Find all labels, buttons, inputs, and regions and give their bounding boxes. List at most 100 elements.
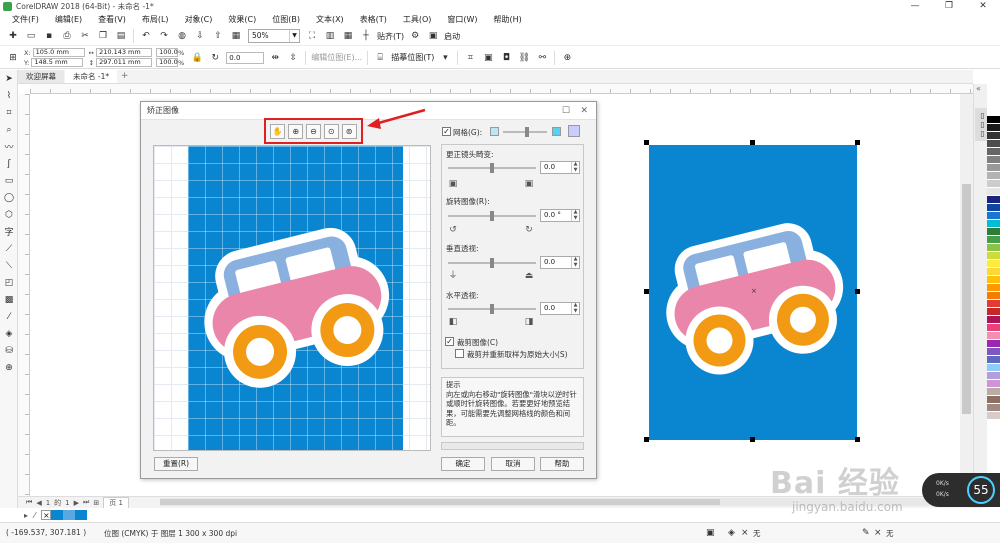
grid-color-swatch[interactable] bbox=[490, 127, 499, 136]
copy-icon[interactable]: ❐ bbox=[95, 28, 111, 44]
spin-arrows-icon[interactable]: ▲ ▼ bbox=[571, 256, 579, 268]
palette-swatch[interactable] bbox=[987, 220, 1000, 228]
lock-ratio-icon[interactable]: 🔒 bbox=[189, 50, 205, 66]
menu-view[interactable]: 查看(V) bbox=[90, 13, 134, 27]
grid-line-color-swatch[interactable] bbox=[552, 127, 561, 136]
eyedropper-icon[interactable]: ⁄ bbox=[0, 308, 18, 325]
horizontal-perspective-slider[interactable] bbox=[448, 304, 536, 314]
palette-swatch[interactable] bbox=[987, 228, 1000, 236]
menu-help[interactable]: 帮助(H) bbox=[486, 13, 530, 27]
docker-chevron-icon[interactable]: « bbox=[976, 84, 981, 93]
chevron-down-icon[interactable]: ▾ bbox=[437, 50, 453, 66]
search-content-icon[interactable]: ◍ bbox=[174, 28, 190, 44]
palette-swatch[interactable] bbox=[987, 300, 1000, 308]
rotate-image-slider-knob[interactable] bbox=[490, 211, 494, 221]
palette-swatch[interactable] bbox=[987, 316, 1000, 324]
add-icon[interactable]: ⊕ bbox=[559, 50, 575, 66]
vertical-scrollbar[interactable] bbox=[960, 94, 973, 496]
palette-swatch[interactable] bbox=[987, 260, 1000, 268]
prev-page-icon[interactable]: ◀ bbox=[36, 499, 41, 507]
selection-handle-tr[interactable] bbox=[855, 140, 860, 145]
grid-size-slider-knob[interactable] bbox=[525, 127, 529, 137]
pan-hand-icon[interactable]: ✋ bbox=[270, 123, 286, 139]
fill-icon[interactable]: ◈ bbox=[728, 528, 735, 538]
palette-swatch[interactable] bbox=[987, 276, 1000, 284]
palette-swatch[interactable] bbox=[987, 244, 1000, 252]
selection-handle-bl[interactable] bbox=[644, 437, 649, 442]
menu-window[interactable]: 窗口(W) bbox=[439, 13, 485, 27]
palette-swatch[interactable] bbox=[987, 356, 1000, 364]
palette-swatch[interactable] bbox=[987, 292, 1000, 300]
first-page-icon[interactable]: ⏮ bbox=[26, 498, 32, 507]
rotate-image-input[interactable]: 0.0 ° ▲ ▼ bbox=[540, 209, 580, 222]
spin-arrows-icon[interactable]: ▲ ▼ bbox=[571, 161, 579, 173]
palette-swatch[interactable] bbox=[987, 396, 1000, 404]
menu-file[interactable]: 文件(F) bbox=[4, 13, 47, 27]
connector-tool-icon[interactable]: ⟍ bbox=[0, 257, 18, 274]
selection-handle-tc[interactable] bbox=[750, 140, 755, 145]
grid-checkbox[interactable]: ✓ bbox=[442, 127, 451, 136]
lens-distortion-slider-knob[interactable] bbox=[490, 163, 494, 173]
selection-handle-tl[interactable] bbox=[644, 140, 649, 145]
undo-icon[interactable]: ↶ bbox=[138, 28, 154, 44]
palette-swatch[interactable] bbox=[987, 412, 1000, 420]
full-screen-icon[interactable]: ⛶ bbox=[304, 28, 320, 44]
dialog-close-icon[interactable]: ✕ bbox=[580, 102, 588, 120]
save-icon[interactable]: ▪ bbox=[41, 28, 57, 44]
network-speed-widget[interactable]: 0K/s 0K/s 55 bbox=[922, 473, 1000, 507]
drop-shadow-icon[interactable]: ◰ bbox=[0, 274, 18, 291]
palette-swatch[interactable] bbox=[987, 124, 1000, 132]
zoom-to-fit-icon[interactable]: ⊙ bbox=[323, 123, 339, 139]
menu-text[interactable]: 文本(X) bbox=[308, 13, 352, 27]
crop-image-checkbox[interactable]: ✓ bbox=[445, 337, 454, 346]
image-preview-pane[interactable] bbox=[153, 145, 431, 451]
selected-bitmap[interactable]: × bbox=[649, 145, 857, 440]
vertical-perspective-slider-knob[interactable] bbox=[490, 258, 494, 268]
spin-arrows-icon[interactable]: ▲ ▼ bbox=[571, 209, 579, 221]
launch-menu[interactable]: 启动 bbox=[444, 31, 460, 42]
zoom-level-select[interactable]: 50% ▼ bbox=[248, 29, 300, 43]
shape-tool-icon[interactable]: ⌇ bbox=[0, 87, 18, 104]
grid-overlay-swatch[interactable] bbox=[568, 125, 580, 137]
mirror-vertical-icon[interactable]: ⇳ bbox=[285, 50, 301, 66]
scale-x-input[interactable]: 100.0 bbox=[156, 48, 179, 57]
width-input[interactable]: 210.143 mm bbox=[96, 48, 153, 57]
menu-table[interactable]: 表格(T) bbox=[352, 13, 395, 27]
trace-bitmap-menu[interactable]: 描摹位图(T) bbox=[391, 52, 434, 63]
rotation-input[interactable]: 0.0 bbox=[226, 51, 265, 64]
palette-swatch[interactable] bbox=[987, 348, 1000, 356]
gear-icon[interactable]: ⚙ bbox=[407, 28, 423, 44]
ok-button[interactable]: 确定 bbox=[441, 457, 485, 471]
zoom-tool-icon[interactable]: ⌕ bbox=[0, 121, 18, 138]
palette-swatch[interactable] bbox=[987, 284, 1000, 292]
show-guidelines-icon[interactable]: ┼ bbox=[358, 28, 374, 44]
zoom-in-icon[interactable]: ⊕ bbox=[288, 123, 304, 139]
crop-resample-checkbox[interactable] bbox=[455, 349, 464, 358]
palette-swatch[interactable] bbox=[987, 364, 1000, 372]
freehand-tool-icon[interactable]: 〰 bbox=[0, 138, 18, 155]
last-page-icon[interactable]: ⏭ bbox=[83, 498, 89, 507]
show-grid-icon[interactable]: ▦ bbox=[340, 28, 356, 44]
zoom-out-icon[interactable]: ⊖ bbox=[305, 123, 321, 139]
palette-swatch[interactable] bbox=[987, 196, 1000, 204]
palette-swatch[interactable] bbox=[987, 372, 1000, 380]
palette-swatch[interactable] bbox=[987, 108, 1000, 116]
palette-chevron-icon[interactable]: ▸ bbox=[24, 511, 28, 520]
selection-handle-br[interactable] bbox=[855, 437, 860, 442]
palette-swatch[interactable] bbox=[987, 212, 1000, 220]
vertical-perspective-input[interactable]: 0.0 ▲ ▼ bbox=[540, 256, 580, 269]
next-page-icon[interactable]: ▶ bbox=[74, 499, 79, 507]
snap-to-menu[interactable]: 贴齐(T) bbox=[377, 31, 404, 42]
doc-swatch-blue[interactable] bbox=[51, 510, 64, 520]
menu-effects[interactable]: 效果(C) bbox=[220, 13, 264, 27]
unlink-icon[interactable]: ⚯ bbox=[534, 50, 550, 66]
palette-swatch[interactable] bbox=[987, 332, 1000, 340]
palette-swatch[interactable] bbox=[987, 188, 1000, 196]
doc-swatch-blue-2[interactable] bbox=[75, 510, 88, 520]
print-icon[interactable]: ⎙ bbox=[59, 28, 75, 44]
docker-panel-tab[interactable]: « ▯▯▯ bbox=[973, 84, 987, 508]
parallel-dimension-icon[interactable]: ⟋ bbox=[0, 240, 18, 257]
cut-icon[interactable]: ✂ bbox=[77, 28, 93, 44]
horizontal-perspective-slider-knob[interactable] bbox=[490, 304, 494, 314]
palette-swatch[interactable] bbox=[987, 140, 1000, 148]
